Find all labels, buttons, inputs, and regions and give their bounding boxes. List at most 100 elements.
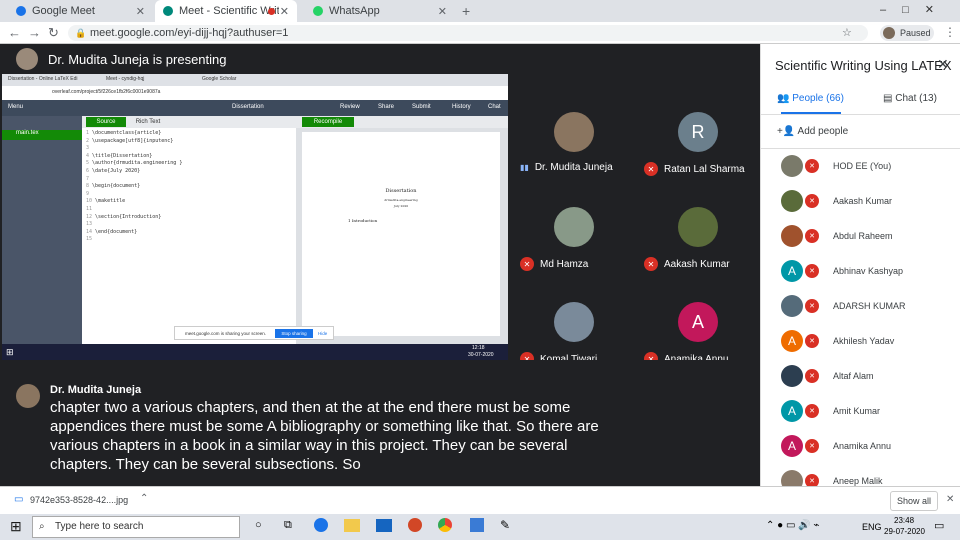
whatsapp-favicon-icon xyxy=(313,6,323,16)
forward-arrow-icon[interactable]: → xyxy=(28,25,41,40)
paint-icon[interactable]: ✎ xyxy=(500,518,510,532)
add-people-button[interactable]: +👤 Add people xyxy=(777,126,848,137)
powerpoint-icon[interactable] xyxy=(408,518,422,532)
code-line: 5 \author{drmudita.engineering } xyxy=(86,160,182,168)
tab-chat[interactable]: ▤ Chat (13) xyxy=(883,93,937,104)
list-item[interactable]: A ✕ Akhilesh Yadav xyxy=(761,323,960,358)
list-item[interactable]: A ✕ Abhinav Kashyap xyxy=(761,253,960,288)
avatar: A xyxy=(781,329,803,352)
file-main-tex[interactable]: main.tex xyxy=(2,130,82,140)
avatar xyxy=(781,364,803,387)
code-text: \section{Introduction} xyxy=(95,213,162,220)
mail-icon[interactable] xyxy=(376,519,392,532)
list-item[interactable]: ✕ HOD EE (You) xyxy=(761,148,960,183)
code-text: \usepackage[utf8]{inputenc} xyxy=(92,137,174,144)
close-icon[interactable]: ✕ xyxy=(136,5,145,18)
review-button[interactable]: Review xyxy=(340,104,360,110)
participant-tile[interactable]: ✕ Md Hamza xyxy=(512,195,634,285)
close-icon[interactable]: ✕ xyxy=(438,5,447,18)
recording-dot-icon xyxy=(268,7,275,15)
pdf-author: drmudita.engineering xyxy=(384,198,418,202)
tab-whatsapp[interactable]: WhatsApp ✕ xyxy=(305,0,455,22)
file-icon: ▭ xyxy=(14,494,24,505)
menu-button[interactable]: Menu xyxy=(8,104,23,110)
mic-off-icon: ✕ xyxy=(805,158,819,173)
reload-icon[interactable]: ↻ xyxy=(48,25,59,41)
participant-name-row: ✕ Aakash Kumar xyxy=(644,257,730,271)
edge-icon[interactable] xyxy=(314,518,328,532)
cortana-icon[interactable]: ○ xyxy=(255,519,262,531)
taskbar-date[interactable]: 29-07-2020 xyxy=(884,527,925,536)
tab-meet-scientific[interactable]: Meet - Scientific Writing Usi✕ xyxy=(155,0,297,22)
avatar xyxy=(678,207,718,247)
list-item[interactable]: ✕ Aakash Kumar xyxy=(761,183,960,218)
windows-start-icon[interactable]: ⊞ xyxy=(10,518,22,535)
list-item[interactable]: ✕ Altaf Alam xyxy=(761,358,960,393)
profile-button[interactable]: Paused xyxy=(880,25,934,41)
add-person-icon: +👤 xyxy=(777,126,798,137)
url-text: meet.google.com/eyi-dijj-hqj?authuser=1 xyxy=(90,27,289,39)
star-icon[interactable]: ☆ xyxy=(842,26,852,39)
code-line: 7 xyxy=(86,176,182,184)
more-vert-icon[interactable]: ⋮ xyxy=(944,25,956,39)
chrome-icon[interactable] xyxy=(438,518,452,532)
hide-button[interactable]: Hide xyxy=(318,331,327,336)
window-controls[interactable]: –□✕ xyxy=(880,3,950,16)
line-number: 9 xyxy=(86,190,90,197)
code-text: \title{Dissertation} xyxy=(92,152,153,159)
stop-sharing-button[interactable]: Stop sharing xyxy=(275,329,313,338)
avatar xyxy=(781,294,803,317)
code-line: 3 xyxy=(86,145,182,153)
chevron-up-icon[interactable]: ⌃ xyxy=(140,493,148,504)
share-button[interactable]: Share xyxy=(378,104,394,110)
submit-button[interactable]: Submit xyxy=(412,104,431,110)
chat-button[interactable]: Chat xyxy=(488,104,501,110)
photos-icon[interactable] xyxy=(470,518,484,532)
tab-google-meet[interactable]: Google Meet ✕ xyxy=(8,0,153,22)
shared-screen[interactable]: Dissertation - Online LaTeX Edi Meet - c… xyxy=(2,74,508,360)
line-number: 7 xyxy=(86,175,90,182)
avatar xyxy=(16,384,40,408)
language-indicator[interactable]: ENG xyxy=(862,522,882,532)
history-button[interactable]: History xyxy=(452,104,471,110)
download-file-name[interactable]: 9742e353-8528-42....jpg xyxy=(30,495,128,505)
list-item[interactable]: ✕ Abdul Raheem xyxy=(761,218,960,253)
presenter-banner: Dr. Mudita Juneja is presenting xyxy=(0,44,760,74)
code-line: 2 \usepackage[utf8]{inputenc} xyxy=(86,138,182,146)
line-number: 10 xyxy=(86,198,96,205)
task-view-icon[interactable]: ⧉ xyxy=(284,519,292,532)
code-lines: 1 \documentclass{article} 2 \usepackage[u… xyxy=(86,130,182,244)
avatar xyxy=(554,302,594,342)
close-icon[interactable]: ✕ xyxy=(280,5,289,18)
code-line: 10 \maketitle xyxy=(86,198,182,206)
close-icon[interactable]: ✕ xyxy=(937,56,949,73)
avatar xyxy=(554,207,594,247)
avatar: A xyxy=(678,302,718,342)
taskbar-time[interactable]: 23:48 xyxy=(894,516,914,525)
list-item[interactable]: ✕ ADARSH KUMAR xyxy=(761,288,960,323)
back-arrow-icon[interactable]: ← xyxy=(8,25,21,40)
participant-tile[interactable]: ✕ Aakash Kumar xyxy=(636,195,758,285)
taskbar-search[interactable]: ⌕ Type here to search xyxy=(32,516,240,538)
url-input[interactable]: 🔒 meet.google.com/eyi-dijj-hqj?authuser=1 xyxy=(68,25,868,41)
source-tab[interactable]: Source xyxy=(86,117,126,127)
rich-text-tab[interactable]: Rich Text xyxy=(128,117,168,127)
code-line: 14 \end{document} xyxy=(86,229,182,237)
list-item[interactable]: A ✕ Amit Kumar xyxy=(761,393,960,428)
code-line: 1 \documentclass{article} xyxy=(86,130,182,138)
windows-start-icon: ⊞ xyxy=(6,347,14,357)
tray-icons[interactable]: ⌃ ● ▭ 🔊 ⌁ xyxy=(766,520,819,531)
new-tab-button[interactable]: + xyxy=(462,3,470,19)
code-editor[interactable]: Source Rich Text 1 \documentclass{articl… xyxy=(82,116,296,344)
divider xyxy=(761,114,960,115)
tab-people[interactable]: 👥 People (66) xyxy=(777,93,844,104)
close-icon[interactable]: ✕ xyxy=(946,494,954,505)
notifications-icon[interactable]: ▭ xyxy=(934,519,944,532)
show-all-button[interactable]: Show all xyxy=(890,491,938,511)
participant-tile[interactable]: ▮▮ Dr. Mudita Juneja xyxy=(512,100,634,190)
participant-tile[interactable]: R ✕ Ratan Lal Sharma xyxy=(636,100,758,190)
recompile-button[interactable]: Recompile xyxy=(302,117,354,127)
list-item[interactable]: A ✕ Anamika Annu xyxy=(761,428,960,463)
file-explorer-icon[interactable] xyxy=(344,519,360,532)
mic-off-icon: ✕ xyxy=(805,403,819,418)
